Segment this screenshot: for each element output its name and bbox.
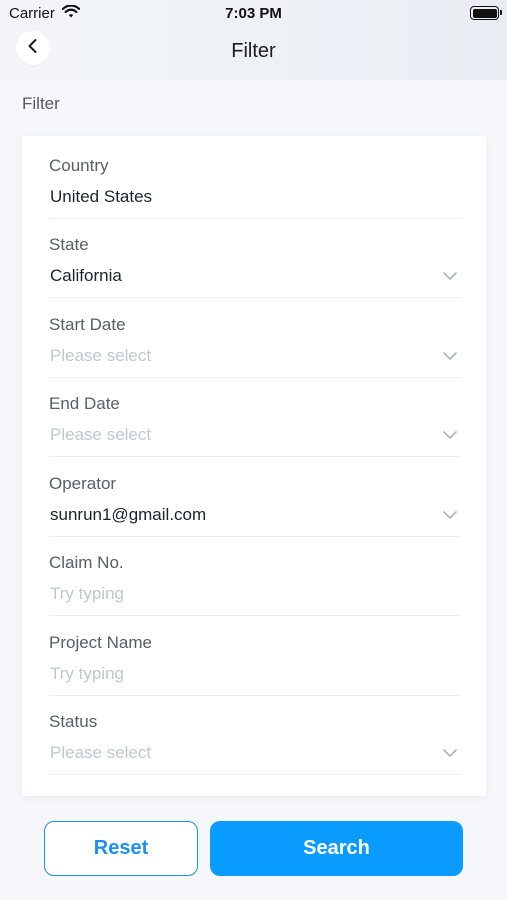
country-field[interactable]: Country United States	[49, 156, 461, 236]
battery-icon	[470, 6, 502, 20]
field-placeholder: Please select	[50, 425, 152, 444]
project-name-input[interactable]: Project Name Try typing	[49, 633, 461, 713]
clock: 7:03 PM	[225, 5, 282, 22]
start-date-select[interactable]: Start Date Please select	[49, 315, 461, 395]
filter-card: Country United States State California S…	[22, 136, 486, 796]
section-label: Filter	[22, 94, 60, 113]
field-value: United States	[50, 187, 153, 206]
field-value: sunrun1@gmail.com	[50, 505, 207, 524]
chevron-down-icon	[441, 347, 459, 365]
field-label: Project Name	[49, 633, 152, 652]
state-select[interactable]: State California	[49, 235, 461, 315]
divider	[49, 615, 461, 616]
page-title: Filter	[231, 40, 276, 62]
chevron-down-icon	[441, 267, 459, 285]
field-label: Start Date	[49, 315, 126, 334]
divider	[49, 536, 461, 537]
end-date-select[interactable]: End Date Please select	[49, 394, 461, 474]
field-placeholder: Try typing	[50, 664, 125, 683]
field-placeholder: Please select	[50, 346, 152, 365]
divider	[49, 297, 461, 298]
chevron-down-icon	[441, 506, 459, 524]
divider	[49, 377, 461, 378]
chevron-down-icon	[441, 744, 459, 762]
status-bar: Carrier 7:03 PM	[0, 0, 507, 28]
status-select[interactable]: Status Please select	[49, 712, 461, 792]
field-label: End Date	[49, 394, 120, 413]
field-label: Claim No.	[49, 553, 124, 572]
claim-no-input[interactable]: Claim No. Try typing	[49, 553, 461, 633]
divider	[49, 456, 461, 457]
field-label: Status	[49, 712, 98, 731]
operator-select[interactable]: Operator sunrun1@gmail.com	[49, 474, 461, 554]
field-value: California	[50, 266, 122, 285]
divider	[49, 774, 461, 775]
reset-button[interactable]: Reset	[44, 821, 198, 876]
field-label: State	[49, 235, 89, 254]
field-placeholder: Please select	[50, 743, 152, 762]
chevron-down-icon	[441, 426, 459, 444]
divider	[49, 218, 461, 219]
search-button[interactable]: Search	[210, 821, 463, 876]
field-placeholder: Try typing	[50, 584, 125, 603]
field-label: Operator	[49, 474, 117, 493]
divider	[49, 695, 461, 696]
field-label: Country	[49, 156, 109, 175]
